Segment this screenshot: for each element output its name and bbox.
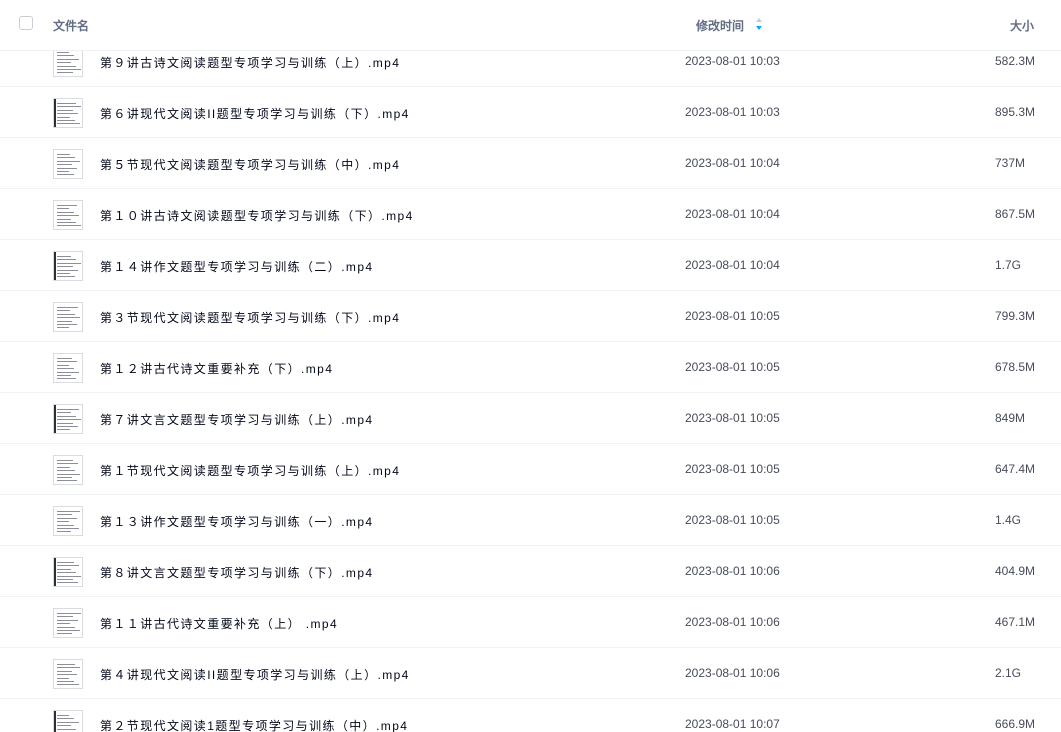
file-name[interactable]: 第２节现代文阅读1题型专项学习与训练（中）.mp4 — [100, 717, 408, 732]
file-modified-time: 2023-08-01 10:03 — [685, 105, 780, 119]
file-row[interactable]: 第１１讲古代诗文重要补充（上） .mp4 2023-08-01 10:06 467.… — [0, 597, 1061, 648]
file-modified-time: 2023-08-01 10:04 — [685, 207, 780, 221]
file-row[interactable]: 第８讲文言文题型专项学习与训练（下）.mp4 2023-08-01 10:06 40… — [0, 546, 1061, 597]
file-size: 582.3M — [995, 54, 1036, 68]
file-modified-time: 2023-08-01 10:04 — [685, 156, 780, 170]
file-size: 678.5M — [995, 360, 1036, 374]
file-size: 467.1M — [995, 615, 1036, 629]
file-size: 2.1G — [995, 666, 1022, 680]
file-size: 737M — [995, 156, 1026, 170]
file-name[interactable]: 第９讲古诗文阅读题型专项学习与训练（上）.mp4 — [100, 54, 400, 71]
video-thumbnail-icon — [53, 200, 83, 230]
file-row[interactable]: 第１３讲作文题型专项学习与训练（一）.mp4 2023-08-01 10:05 1.… — [0, 495, 1061, 546]
video-thumbnail-icon — [53, 608, 83, 638]
file-row[interactable]: 第６讲现代文阅读II题型专项学习与训练（下）.mp4 2023-08-01 10:… — [0, 87, 1061, 138]
column-header-modified-time[interactable]: 修改时间 — [696, 17, 744, 34]
file-list: 第９讲古诗文阅读题型专项学习与训练（上）.mp4 2023-08-01 10:03… — [0, 36, 1061, 732]
sort-icon[interactable] — [755, 17, 763, 31]
file-row[interactable]: 第４讲现代文阅读II题型专项学习与训练（上）.mp4 2023-08-01 10:… — [0, 648, 1061, 699]
file-size: 647.4M — [995, 462, 1036, 476]
list-header: 文件名 修改时间 大小 — [0, 0, 1061, 51]
video-thumbnail-icon — [53, 455, 83, 485]
file-modified-time: 2023-08-01 10:05 — [685, 462, 780, 476]
file-name[interactable]: 第６讲现代文阅读II题型专项学习与训练（下）.mp4 — [100, 105, 410, 122]
file-size: 799.3M — [995, 309, 1036, 323]
video-thumbnail-icon — [53, 302, 83, 332]
video-thumbnail-icon — [53, 353, 83, 383]
file-name[interactable]: 第５节现代文阅读题型专项学习与训练（中）.mp4 — [100, 156, 400, 173]
file-name[interactable]: 第１节现代文阅读题型专项学习与训练（上）.mp4 — [100, 462, 400, 479]
file-size: 666.9M — [995, 717, 1036, 731]
file-name[interactable]: 第７讲文言文题型专项学习与训练（上）.mp4 — [100, 411, 373, 428]
file-row[interactable]: 第２节现代文阅读1题型专项学习与训练（中）.mp4 2023-08-01 10:0… — [0, 699, 1061, 732]
video-thumbnail-icon — [53, 710, 83, 732]
file-row[interactable]: 第１节现代文阅读题型专项学习与训练（上）.mp4 2023-08-01 10:05… — [0, 444, 1061, 495]
video-thumbnail-icon — [53, 47, 83, 77]
video-thumbnail-icon — [53, 98, 83, 128]
select-all-checkbox[interactable] — [19, 16, 33, 30]
column-header-filename[interactable]: 文件名 — [53, 17, 89, 34]
file-size: 404.9M — [995, 564, 1036, 578]
file-modified-time: 2023-08-01 10:07 — [685, 717, 780, 731]
file-size: 1.4G — [995, 513, 1022, 527]
file-row[interactable]: 第３节现代文阅读题型专项学习与训练（下）.mp4 2023-08-01 10:05… — [0, 291, 1061, 342]
column-header-size[interactable]: 大小 — [1010, 17, 1034, 34]
file-row[interactable]: 第１０讲古诗文阅读题型专项学习与训练（下）.mp4 2023-08-01 10:0… — [0, 189, 1061, 240]
video-thumbnail-icon — [53, 149, 83, 179]
file-row[interactable]: 第７讲文言文题型专项学习与训练（上）.mp4 2023-08-01 10:05 84… — [0, 393, 1061, 444]
file-name[interactable]: 第１１讲古代诗文重要补充（上） .mp4 — [100, 615, 338, 632]
file-row[interactable]: 第１２讲古代诗文重要补充（下）.mp4 2023-08-01 10:05 678.5… — [0, 342, 1061, 393]
file-modified-time: 2023-08-01 10:05 — [685, 309, 780, 323]
file-modified-time: 2023-08-01 10:06 — [685, 615, 780, 629]
file-name[interactable]: 第１０讲古诗文阅读题型专项学习与训练（下）.mp4 — [100, 207, 414, 224]
file-row[interactable]: 第１４讲作文题型专项学习与训练（二）.mp4 2023-08-01 10:04 1.… — [0, 240, 1061, 291]
file-name[interactable]: 第１２讲古代诗文重要补充（下）.mp4 — [100, 360, 333, 377]
file-size: 849M — [995, 411, 1026, 425]
file-modified-time: 2023-08-01 10:06 — [685, 666, 780, 680]
file-name[interactable]: 第１４讲作文题型专项学习与训练（二）.mp4 — [100, 258, 373, 275]
file-size: 895.3M — [995, 105, 1036, 119]
file-modified-time: 2023-08-01 10:06 — [685, 564, 780, 578]
video-thumbnail-icon — [53, 506, 83, 536]
file-modified-time: 2023-08-01 10:05 — [685, 513, 780, 527]
video-thumbnail-icon — [53, 557, 83, 587]
file-modified-time: 2023-08-01 10:03 — [685, 54, 780, 68]
file-list-page: 文件名 修改时间 大小 第９讲古诗文阅读题型专项学习与训练（上）.mp4 2023… — [0, 0, 1061, 732]
file-row[interactable]: 第５节现代文阅读题型专项学习与训练（中）.mp4 2023-08-01 10:04… — [0, 138, 1061, 189]
video-thumbnail-icon — [53, 404, 83, 434]
file-size: 867.5M — [995, 207, 1036, 221]
video-thumbnail-icon — [53, 251, 83, 281]
file-modified-time: 2023-08-01 10:05 — [685, 411, 780, 425]
file-name[interactable]: 第３节现代文阅读题型专项学习与训练（下）.mp4 — [100, 309, 400, 326]
file-name[interactable]: 第４讲现代文阅读II题型专项学习与训练（上）.mp4 — [100, 666, 410, 683]
file-name[interactable]: 第１３讲作文题型专项学习与训练（一）.mp4 — [100, 513, 373, 530]
file-name[interactable]: 第８讲文言文题型专项学习与训练（下）.mp4 — [100, 564, 373, 581]
file-size: 1.7G — [995, 258, 1022, 272]
file-modified-time: 2023-08-01 10:04 — [685, 258, 780, 272]
video-thumbnail-icon — [53, 659, 83, 689]
file-modified-time: 2023-08-01 10:05 — [685, 360, 780, 374]
